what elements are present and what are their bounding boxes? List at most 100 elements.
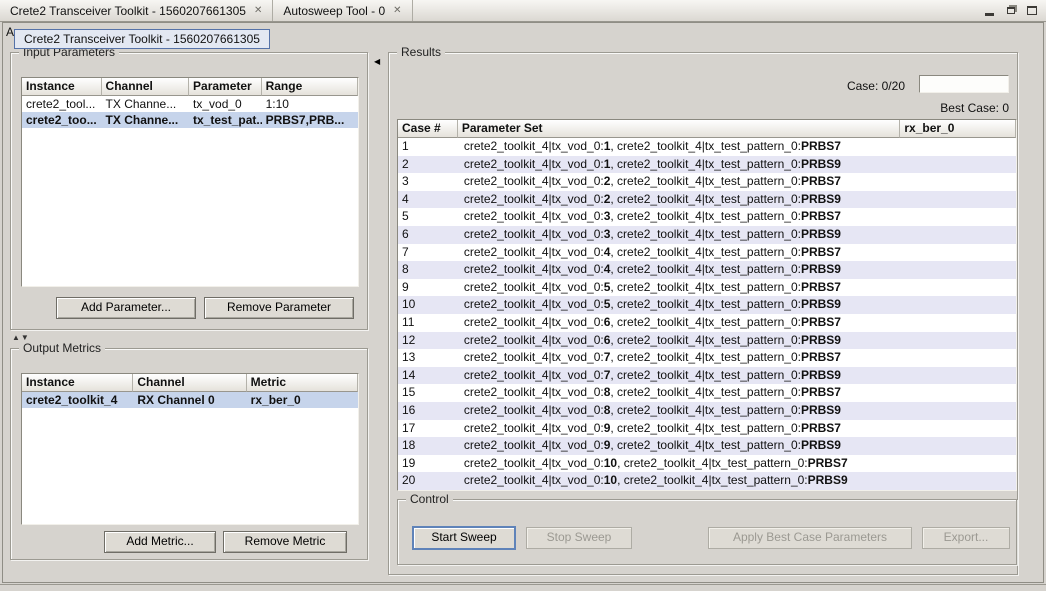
column-header-instance[interactable]: Instance xyxy=(22,78,102,96)
param-prefix-pattern: , crete2_toolkit_4|tx_test_pattern_0: xyxy=(610,280,801,294)
param-prefix-pattern: , crete2_toolkit_4|tx_test_pattern_0: xyxy=(617,473,808,487)
results-row[interactable]: 13 crete2_toolkit_4|tx_vod_0:7, crete2_t… xyxy=(398,349,1016,367)
tab-autosweep-tool[interactable]: Autosweep Tool - 0 ✕ xyxy=(273,0,412,21)
param-prefix-vod: crete2_toolkit_4|tx_vod_0: xyxy=(464,245,604,259)
parameter-set-cell: crete2_toolkit_4|tx_vod_0:5, crete2_tool… xyxy=(458,279,901,297)
results-row[interactable]: 10 crete2_toolkit_4|tx_vod_0:5, crete2_t… xyxy=(398,296,1016,314)
case-number-cell: 16 xyxy=(398,402,458,420)
results-row[interactable]: 3 crete2_toolkit_4|tx_vod_0:2, crete2_to… xyxy=(398,173,1016,191)
column-header-parameter-set[interactable]: Parameter Set xyxy=(458,120,901,138)
results-row[interactable]: 4 crete2_toolkit_4|tx_vod_0:2, crete2_to… xyxy=(398,191,1016,209)
pattern-value: PRBS7 xyxy=(801,174,841,188)
results-row[interactable]: 6 crete2_toolkit_4|tx_vod_0:3, crete2_to… xyxy=(398,226,1016,244)
case-number-cell: 6 xyxy=(398,226,458,244)
results-row[interactable]: 12 crete2_toolkit_4|tx_vod_0:6, crete2_t… xyxy=(398,332,1016,350)
input-parameter-row[interactable]: crete2_too... TX Channe... tx_test_pat..… xyxy=(22,112,358,128)
results-row[interactable]: 5 crete2_toolkit_4|tx_vod_0:3, crete2_to… xyxy=(398,208,1016,226)
rx-ber-cell xyxy=(900,437,1016,455)
group-title: Results xyxy=(397,45,445,59)
pattern-value: PRBS9 xyxy=(801,192,841,206)
instance-cell: crete2_tool... xyxy=(22,96,102,112)
results-row[interactable]: 20 crete2_toolkit_4|tx_vod_0:10, crete2_… xyxy=(398,472,1016,490)
column-header-parameter[interactable]: Parameter xyxy=(189,78,262,96)
table-body: crete2_tool... TX Channe... tx_vod_0 1:1… xyxy=(22,96,358,128)
param-prefix-vod: crete2_toolkit_4|tx_vod_0: xyxy=(464,403,604,417)
sash-collapse-icon[interactable]: ◀ xyxy=(374,57,380,66)
rx-ber-cell xyxy=(900,332,1016,350)
add-metric-button[interactable]: Add Metric... xyxy=(104,531,216,553)
bottom-border xyxy=(0,584,1046,591)
param-prefix-vod: crete2_toolkit_4|tx_vod_0: xyxy=(464,473,604,487)
param-prefix-vod: crete2_toolkit_4|tx_vod_0: xyxy=(464,209,604,223)
add-parameter-button[interactable]: Add Parameter... xyxy=(56,297,196,319)
splitter-up-icon[interactable]: ▲ xyxy=(12,333,21,342)
metric-cell: rx_ber_0 xyxy=(247,392,358,408)
tab-label: Crete2 Transceiver Toolkit - 15602076613… xyxy=(10,4,246,18)
param-prefix-vod: crete2_toolkit_4|tx_vod_0: xyxy=(464,368,604,382)
column-header-instance[interactable]: Instance xyxy=(22,374,133,392)
case-number-cell: 15 xyxy=(398,384,458,402)
param-prefix-pattern: , crete2_toolkit_4|tx_test_pattern_0: xyxy=(610,209,801,223)
tab-crete2-transceiver-toolkit[interactable]: Crete2 Transceiver Toolkit - 15602076613… xyxy=(0,0,273,21)
rx-ber-cell xyxy=(900,208,1016,226)
param-prefix-vod: crete2_toolkit_4|tx_vod_0: xyxy=(464,174,604,188)
close-icon[interactable]: ✕ xyxy=(393,6,401,16)
results-row[interactable]: 17 crete2_toolkit_4|tx_vod_0:9, crete2_t… xyxy=(398,420,1016,438)
case-counter-label: Case: 0/20 xyxy=(847,79,905,93)
pattern-value: PRBS7 xyxy=(801,421,841,435)
results-row[interactable]: 19 crete2_toolkit_4|tx_vod_0:10, crete2_… xyxy=(398,455,1016,473)
results-row[interactable]: 1 crete2_toolkit_4|tx_vod_0:1, crete2_to… xyxy=(398,138,1016,156)
minimize-icon[interactable] xyxy=(983,4,996,17)
column-header-metric[interactable]: Metric xyxy=(247,374,358,392)
apply-best-case-parameters-button[interactable]: Apply Best Case Parameters xyxy=(708,527,912,549)
results-row[interactable]: 8 crete2_toolkit_4|tx_vod_0:4, crete2_to… xyxy=(398,261,1016,279)
param-prefix-vod: crete2_toolkit_4|tx_vod_0: xyxy=(464,297,604,311)
column-header-rx-ber[interactable]: rx_ber_0 xyxy=(900,120,1016,138)
case-number-cell: 10 xyxy=(398,296,458,314)
parameter-set-cell: crete2_toolkit_4|tx_vod_0:10, crete2_too… xyxy=(458,472,901,490)
stop-sweep-button[interactable]: Stop Sweep xyxy=(526,527,632,549)
results-row[interactable]: 7 crete2_toolkit_4|tx_vod_0:4, crete2_to… xyxy=(398,244,1016,262)
remove-parameter-button[interactable]: Remove Parameter xyxy=(204,297,354,319)
maximize-icon[interactable] xyxy=(1025,4,1038,17)
splitter-handle[interactable]: ▲▼ xyxy=(12,333,30,342)
parameter-set-cell: crete2_toolkit_4|tx_vod_0:6, crete2_tool… xyxy=(458,314,901,332)
output-metrics-table: Instance Channel Metric crete2_toolkit_4… xyxy=(21,373,359,525)
case-number-cell: 13 xyxy=(398,349,458,367)
parameter-set-cell: crete2_toolkit_4|tx_vod_0:2, crete2_tool… xyxy=(458,191,901,209)
param-prefix-pattern: , crete2_toolkit_4|tx_test_pattern_0: xyxy=(610,174,801,188)
pattern-value: PRBS9 xyxy=(801,262,841,276)
pattern-value: PRBS7 xyxy=(801,245,841,259)
column-header-range[interactable]: Range xyxy=(262,78,358,96)
results-row[interactable]: 11 crete2_toolkit_4|tx_vod_0:6, crete2_t… xyxy=(398,314,1016,332)
results-row[interactable]: 9 crete2_toolkit_4|tx_vod_0:5, crete2_to… xyxy=(398,279,1016,297)
results-row[interactable]: 14 crete2_toolkit_4|tx_vod_0:7, crete2_t… xyxy=(398,367,1016,385)
splitter-down-icon[interactable]: ▼ xyxy=(21,333,30,342)
pattern-value: PRBS7 xyxy=(801,209,841,223)
results-table: Case # Parameter Set rx_ber_0 1 crete2_t… xyxy=(397,119,1017,491)
param-prefix-vod: crete2_toolkit_4|tx_vod_0: xyxy=(464,157,604,171)
output-metric-row[interactable]: crete2_toolkit_4 RX Channel 0 rx_ber_0 xyxy=(22,392,358,408)
start-sweep-button[interactable]: Start Sweep xyxy=(412,526,516,550)
column-header-case[interactable]: Case # xyxy=(398,120,458,138)
case-number-cell: 12 xyxy=(398,332,458,350)
instance-cell: crete2_too... xyxy=(22,112,102,128)
close-icon[interactable]: ✕ xyxy=(254,6,262,16)
pattern-value: PRBS9 xyxy=(801,227,841,241)
column-header-channel[interactable]: Channel xyxy=(133,374,246,392)
remove-metric-button[interactable]: Remove Metric xyxy=(223,531,347,553)
results-row[interactable]: 2 crete2_toolkit_4|tx_vod_0:1, crete2_to… xyxy=(398,156,1016,174)
case-field[interactable] xyxy=(919,75,1009,93)
channel-cell: RX Channel 0 xyxy=(133,392,246,408)
export-button[interactable]: Export... xyxy=(922,527,1010,549)
input-parameter-row[interactable]: crete2_tool... TX Channe... tx_vod_0 1:1… xyxy=(22,96,358,112)
results-row[interactable]: 16 crete2_toolkit_4|tx_vod_0:8, crete2_t… xyxy=(398,402,1016,420)
column-header-channel[interactable]: Channel xyxy=(102,78,189,96)
parameter-set-cell: crete2_toolkit_4|tx_vod_0:9, crete2_tool… xyxy=(458,420,901,438)
case-number-cell: 9 xyxy=(398,279,458,297)
drag-tooltip: Crete2 Transceiver Toolkit - 15602076613… xyxy=(14,29,270,49)
param-prefix-pattern: , crete2_toolkit_4|tx_test_pattern_0: xyxy=(617,456,808,470)
results-row[interactable]: 18 crete2_toolkit_4|tx_vod_0:9, crete2_t… xyxy=(398,437,1016,455)
results-row[interactable]: 15 crete2_toolkit_4|tx_vod_0:8, crete2_t… xyxy=(398,384,1016,402)
restore-icon[interactable] xyxy=(1004,4,1017,17)
